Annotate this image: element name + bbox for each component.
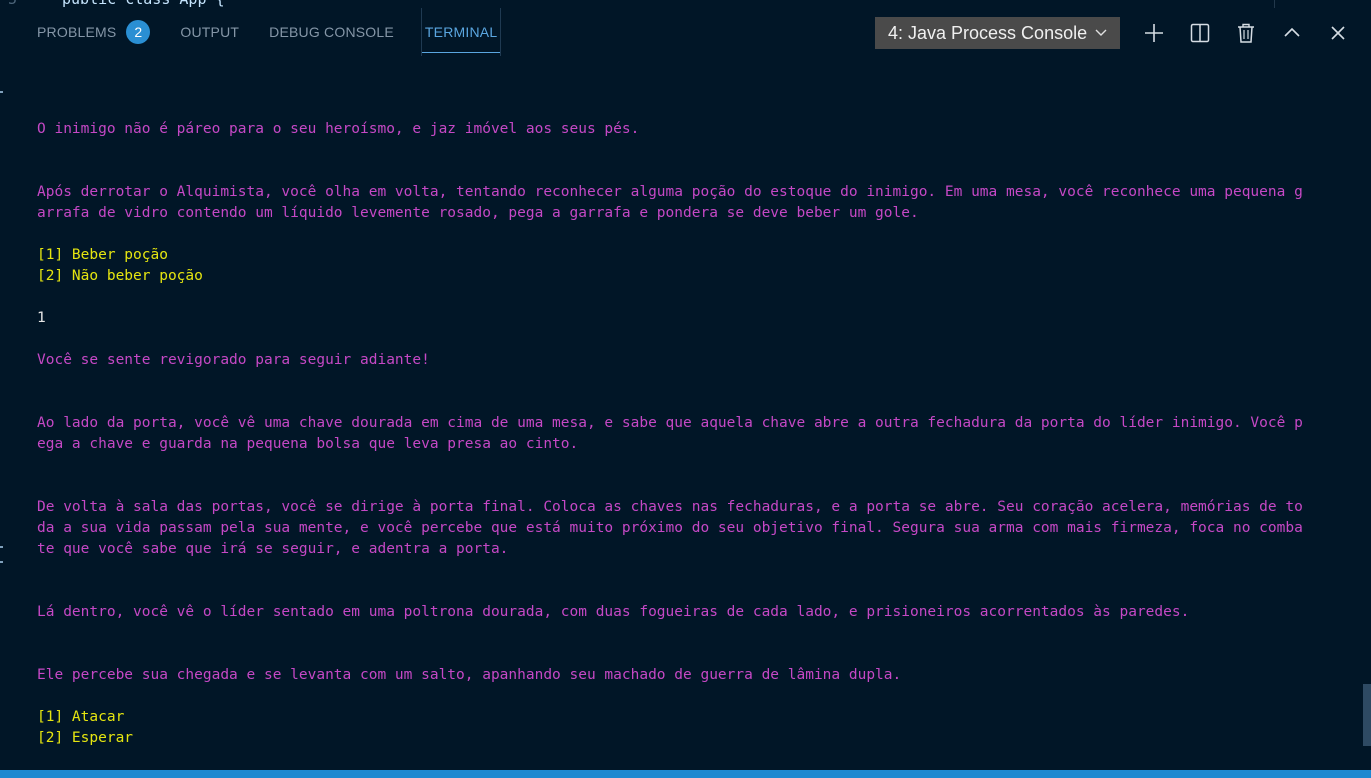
tab-problems[interactable]: PROBLEMS 2 bbox=[22, 8, 165, 56]
panel-actions bbox=[1136, 14, 1366, 52]
editor-peek: 5 public class App { bbox=[0, 0, 1371, 8]
terminal-line: [2] Não beber poção bbox=[37, 268, 203, 284]
new-terminal-button[interactable] bbox=[1136, 15, 1172, 51]
terminal-line: da a sua vida passam pela sua mente, e v… bbox=[37, 520, 1303, 536]
terminal-output[interactable]: O inimigo não é páreo para o seu heroísm… bbox=[37, 56, 1347, 770]
tab-problems-label: PROBLEMS bbox=[37, 24, 117, 40]
terminal-line: ega a chave e guarda na pequena bolsa qu… bbox=[37, 436, 579, 452]
line-number: 5 bbox=[8, 0, 17, 8]
tab-terminal-label: TERMINAL bbox=[424, 24, 498, 40]
terminal-line: Ao lado da porta, você vê uma chave dour… bbox=[37, 415, 1303, 431]
terminal-line: te que você sabe que irá se seguir, e ad… bbox=[37, 541, 509, 557]
problems-count-badge: 2 bbox=[126, 20, 151, 44]
split-icon bbox=[1190, 23, 1210, 43]
terminal-select-value: 4: Java Process Console bbox=[888, 22, 1088, 43]
trash-icon bbox=[1238, 23, 1254, 43]
kill-terminal-button[interactable] bbox=[1228, 15, 1264, 51]
terminal-line: Lá dentro, você vê o líder sentado em um… bbox=[37, 604, 1190, 620]
status-bar bbox=[0, 770, 1371, 778]
terminal-line: Após derrotar o Alquimista, você olha em… bbox=[37, 184, 1303, 200]
tab-output[interactable]: OUTPUT bbox=[165, 8, 254, 56]
chevron-up-icon bbox=[1284, 27, 1300, 37]
terminal-line: [1] Beber poção bbox=[37, 247, 168, 263]
terminal-scrollbar[interactable] bbox=[1363, 684, 1371, 746]
terminal-select-dropdown[interactable]: 4: Java Process Console bbox=[875, 17, 1120, 49]
terminal-line: Você se sente revigorado para seguir adi… bbox=[37, 352, 430, 368]
tab-debug-console[interactable]: DEBUG CONSOLE bbox=[254, 8, 409, 56]
terminal-line: De volta à sala das portas, você se diri… bbox=[37, 499, 1303, 515]
terminal-line: arrafa de vidro contendo um líquido leve… bbox=[37, 205, 919, 221]
left-gutter-marks bbox=[0, 56, 4, 770]
close-panel-button[interactable] bbox=[1320, 15, 1356, 51]
terminal-line: O inimigo não é páreo para o seu heroísm… bbox=[37, 121, 640, 137]
tab-debug-console-label: DEBUG CONSOLE bbox=[269, 24, 394, 40]
terminal-line: [1] Atacar bbox=[37, 709, 125, 725]
panel-tabs: PROBLEMS 2 OUTPUT DEBUG CONSOLE TERMINAL bbox=[22, 8, 502, 56]
split-terminal-button[interactable] bbox=[1182, 15, 1218, 51]
chevron-down-icon bbox=[1095, 29, 1107, 36]
panel-header: PROBLEMS 2 OUTPUT DEBUG CONSOLE TERMINAL… bbox=[0, 8, 1371, 56]
code-line[interactable]: public class App { bbox=[62, 0, 225, 8]
terminal-line: Ele percebe sua chegada e se levanta com… bbox=[37, 667, 902, 683]
terminal-line: 1 bbox=[37, 310, 46, 326]
maximize-panel-button[interactable] bbox=[1274, 15, 1310, 51]
terminal-line: [2] Esperar bbox=[37, 730, 134, 746]
tab-output-label: OUTPUT bbox=[180, 24, 240, 40]
tab-terminal[interactable]: TERMINAL bbox=[420, 8, 502, 56]
minimap[interactable] bbox=[1274, 0, 1371, 8]
plus-icon bbox=[1145, 24, 1163, 42]
close-icon bbox=[1331, 26, 1345, 40]
